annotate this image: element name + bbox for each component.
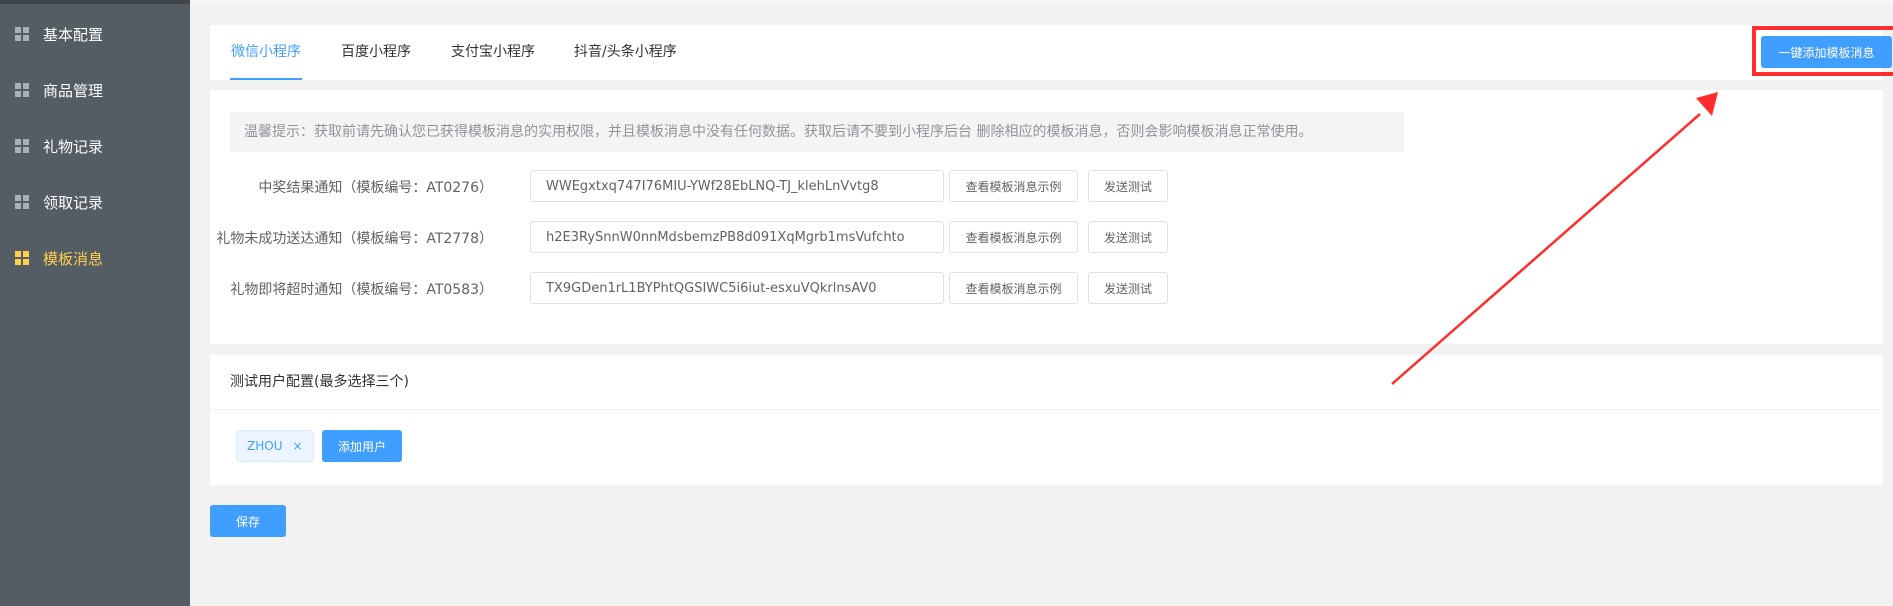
sidebar-item-gift-records[interactable]: 礼物记录 — [0, 126, 190, 166]
send-test-button[interactable]: 发送测试 — [1088, 221, 1168, 253]
sidebar-item-claim-records[interactable]: 领取记录 — [0, 182, 190, 222]
template-id-input[interactable] — [530, 272, 944, 304]
template-id-input[interactable] — [530, 221, 944, 253]
sidebar-item-template-messages[interactable]: 模板消息 — [0, 238, 190, 278]
save-button[interactable]: 保存 — [210, 505, 286, 537]
template-label: 礼物未成功送达通知（模板编号：AT2778） — [216, 231, 493, 247]
add-user-button[interactable]: 添加用户 — [322, 430, 402, 462]
send-test-button[interactable]: 发送测试 — [1088, 272, 1168, 304]
tab-baidu[interactable]: 百度小程序 — [340, 25, 412, 80]
sidebar-item-label: 基本配置 — [43, 25, 104, 44]
sidebar-item-goods[interactable]: 商品管理 — [0, 70, 190, 110]
sidebar-item-label: 礼物记录 — [43, 137, 104, 156]
platform-tabs: 微信小程序 百度小程序 支付宝小程序 抖音/头条小程序 一键添加模板消息 — [210, 25, 1893, 80]
view-example-button[interactable]: 查看模板消息示例 — [949, 170, 1078, 202]
grid-icon — [15, 83, 29, 97]
view-example-button[interactable]: 查看模板消息示例 — [949, 272, 1078, 304]
user-tag: ZHOU × — [236, 430, 314, 462]
tab-alipay[interactable]: 支付宝小程序 — [450, 25, 536, 80]
top-gap — [190, 0, 1893, 5]
send-test-button[interactable]: 发送测试 — [1088, 170, 1168, 202]
sidebar-top-strip — [0, 0, 190, 4]
grid-icon — [15, 251, 29, 265]
sidebar-item-label: 商品管理 — [43, 81, 104, 100]
grid-icon — [15, 27, 29, 41]
tab-douyin[interactable]: 抖音/头条小程序 — [573, 25, 678, 80]
main-content: 微信小程序 百度小程序 支付宝小程序 抖音/头条小程序 一键添加模板消息 温馨提… — [190, 0, 1893, 606]
sidebar-item-basic-config[interactable]: 基本配置 — [0, 14, 190, 54]
template-config-panel: 温馨提示：获取前请先确认您已获得模板消息的实用权限，并且模板消息中没有任何数据。… — [210, 90, 1883, 344]
grid-icon — [15, 195, 29, 209]
test-users-header: 测试用户配置(最多选择三个) — [210, 355, 1883, 410]
user-tag-label: ZHOU — [247, 439, 283, 453]
sidebar-item-label: 模板消息 — [43, 249, 104, 268]
sidebar: 基本配置 商品管理 礼物记录 领取记录 模板消息 — [0, 0, 190, 606]
test-users-panel: 测试用户配置(最多选择三个) ZHOU × 添加用户 — [210, 355, 1883, 485]
tip-alert: 温馨提示：获取前请先确认您已获得模板消息的实用权限，并且模板消息中没有任何数据。… — [230, 112, 1404, 152]
tab-wechat[interactable]: 微信小程序 — [230, 25, 302, 80]
sidebar-item-label: 领取记录 — [43, 193, 104, 212]
template-label: 中奖结果通知（模板编号：AT0276） — [258, 180, 493, 196]
template-label: 礼物即将超时通知（模板编号：AT0583） — [230, 282, 493, 298]
view-example-button[interactable]: 查看模板消息示例 — [949, 221, 1078, 253]
close-icon[interactable]: × — [292, 439, 302, 453]
grid-icon — [15, 139, 29, 153]
template-id-input[interactable] — [530, 170, 944, 202]
add-all-templates-button[interactable]: 一键添加模板消息 — [1761, 36, 1892, 68]
